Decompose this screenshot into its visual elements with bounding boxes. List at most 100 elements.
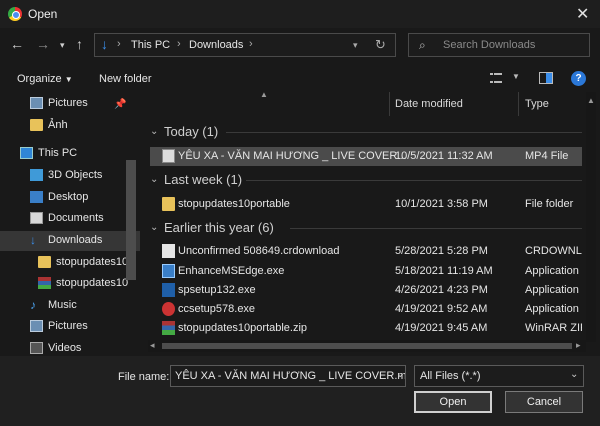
nav-item-label: Music bbox=[48, 299, 77, 311]
chevron-down-icon[interactable]: ⌄ bbox=[396, 369, 404, 380]
nav-item-label: Downloads bbox=[48, 234, 103, 246]
file-type: MP4 File bbox=[525, 150, 569, 162]
scroll-right-icon[interactable]: ▸ bbox=[576, 340, 581, 351]
file-type: Application bbox=[525, 284, 579, 296]
nav-item[interactable]: 3D Objects bbox=[0, 166, 140, 186]
file-date: 5/18/2021 11:19 AM bbox=[395, 265, 493, 277]
group-collapse-icon[interactable]: ⌄ bbox=[150, 222, 158, 233]
file-name: EnhanceMSEdge.exe bbox=[178, 265, 285, 277]
download-icon: ↓ bbox=[101, 36, 108, 52]
organize-button[interactable]: Organize ▼ bbox=[17, 73, 73, 85]
nav-item[interactable]: stopupdates10 bbox=[0, 274, 140, 294]
videos-icon bbox=[30, 342, 43, 354]
pictures-icon bbox=[30, 97, 43, 109]
new-folder-button[interactable]: New folder bbox=[99, 73, 152, 85]
file-name: spsetup132.exe bbox=[178, 284, 256, 296]
nav-item-label: Desktop bbox=[48, 191, 89, 203]
window-title: Open bbox=[28, 7, 58, 21]
file-name: stopupdates10portable.zip bbox=[178, 322, 308, 334]
breadcrumb-chevron-icon[interactable]: › bbox=[249, 38, 253, 50]
nav-item[interactable]: stopupdates10 bbox=[0, 253, 140, 273]
file-icon bbox=[162, 244, 175, 258]
search-box[interactable]: ⌕ Search Downloads bbox=[408, 33, 590, 57]
file-type: Application bbox=[525, 265, 579, 277]
column-header-type[interactable]: Type bbox=[525, 98, 549, 110]
file-row[interactable]: YÊU XA - VĂN MAI HƯƠNG _ LIVE COVER... 10… bbox=[150, 147, 582, 166]
nav-item[interactable]: Documents bbox=[0, 209, 140, 229]
address-dropdown-icon[interactable]: ▾ bbox=[353, 40, 358, 51]
desktop-icon bbox=[30, 191, 43, 203]
breadcrumb-chevron-icon[interactable]: › bbox=[177, 38, 181, 50]
view-options-icon[interactable] bbox=[490, 73, 502, 83]
horizontal-scrollbar[interactable]: ◂ ▸ bbox=[148, 340, 586, 352]
music-icon: ♪ bbox=[30, 298, 36, 312]
group-header[interactable]: Today (1) bbox=[164, 124, 218, 139]
file-date: 4/19/2021 9:45 AM bbox=[395, 322, 488, 334]
folder-icon bbox=[38, 256, 51, 268]
file-date: 4/26/2021 4:23 PM bbox=[395, 284, 488, 296]
help-icon[interactable]: ? bbox=[571, 71, 586, 86]
file-row[interactable]: ccsetup578.exe 4/19/2021 9:52 AM Applicati… bbox=[150, 300, 582, 319]
file-row[interactable]: stopupdates10portable.zip 4/19/2021 9:45 … bbox=[150, 319, 582, 338]
group-header[interactable]: Earlier this year (6) bbox=[164, 220, 274, 235]
organize-label: Organize bbox=[17, 73, 62, 85]
column-divider[interactable] bbox=[518, 92, 519, 116]
file-type: CRDOWNLOAD File bbox=[525, 245, 582, 257]
forward-icon[interactable]: → bbox=[36, 36, 50, 52]
column-divider[interactable] bbox=[389, 92, 390, 116]
filename-input[interactable]: YÊU XA - VĂN MAI HƯƠNG _ LIVE COVER.mp4 bbox=[170, 365, 406, 387]
breadcrumb-chevron-icon[interactable]: › bbox=[117, 38, 121, 50]
file-date: 10/1/2021 3:58 PM bbox=[395, 198, 488, 210]
nav-item[interactable]: ↓ Downloads bbox=[0, 231, 140, 251]
recent-locations-chevron-icon[interactable]: ▾ bbox=[60, 40, 65, 51]
download-icon: ↓ bbox=[30, 233, 36, 247]
scrollbar-thumb[interactable] bbox=[162, 343, 572, 349]
nav-item[interactable]: ♪ Music bbox=[0, 296, 140, 316]
chevron-down-icon[interactable]: ▼ bbox=[512, 72, 520, 81]
nav-item[interactable]: Pictures bbox=[0, 317, 140, 337]
open-button[interactable]: Open bbox=[414, 391, 492, 413]
column-header-date[interactable]: Date modified bbox=[395, 98, 463, 110]
file-date: 4/19/2021 9:52 AM bbox=[395, 303, 488, 315]
file-type-select[interactable]: All Files (*.*) ⌄ bbox=[414, 365, 584, 387]
refresh-icon[interactable]: ↻ bbox=[375, 37, 386, 53]
nav-item[interactable]: Ảnh bbox=[0, 116, 140, 136]
group-header[interactable]: Last week (1) bbox=[164, 172, 242, 187]
file-row[interactable]: Unconfirmed 508649.crdownload 5/28/2021 5… bbox=[150, 242, 582, 261]
nav-item[interactable]: This PC bbox=[0, 144, 140, 164]
pin-icon: 📌 bbox=[114, 99, 127, 110]
back-icon[interactable]: ← bbox=[10, 36, 24, 52]
file-row[interactable]: EnhanceMSEdge.exe 5/18/2021 11:19 AM Appli… bbox=[150, 262, 582, 281]
nav-item-label: Videos bbox=[48, 342, 82, 354]
up-icon[interactable]: ↑ bbox=[76, 36, 83, 52]
winrar-icon bbox=[162, 321, 175, 335]
file-name: ccsetup578.exe bbox=[178, 303, 256, 315]
chrome-icon bbox=[8, 7, 22, 21]
title-bar bbox=[0, 0, 600, 28]
preview-pane-icon[interactable] bbox=[539, 72, 553, 84]
nav-item[interactable]: Desktop bbox=[0, 188, 140, 208]
filename-label: File name: bbox=[118, 371, 170, 383]
nav-item-label: Ảnh bbox=[48, 119, 68, 131]
scroll-left-icon[interactable]: ◂ bbox=[150, 340, 155, 351]
scroll-up-icon[interactable]: ▲ bbox=[587, 96, 595, 105]
breadcrumb-this-pc[interactable]: This PC bbox=[131, 39, 170, 51]
cancel-button[interactable]: Cancel bbox=[505, 391, 583, 413]
file-type-value: All Files (*.*) bbox=[420, 370, 481, 382]
vertical-scrollbar[interactable]: ▲ bbox=[586, 92, 596, 342]
setup-icon bbox=[162, 283, 175, 297]
group-collapse-icon[interactable]: ⌄ bbox=[150, 174, 158, 185]
file-type: File folder bbox=[525, 198, 574, 210]
address-bar[interactable]: ↓ › This PC › Downloads › ▾ ↻ bbox=[94, 33, 396, 57]
file-row[interactable]: spsetup132.exe 4/26/2021 4:23 PM Applicati… bbox=[150, 281, 582, 300]
group-collapse-icon[interactable]: ⌄ bbox=[150, 126, 158, 137]
nav-scrollbar[interactable] bbox=[126, 160, 136, 280]
nav-item-label: stopupdates10 bbox=[56, 277, 129, 289]
breadcrumb-downloads[interactable]: Downloads bbox=[189, 39, 243, 51]
file-name: YÊU XA - VĂN MAI HƯƠNG _ LIVE COVER... bbox=[178, 150, 407, 162]
close-icon[interactable]: ✕ bbox=[576, 4, 589, 24]
group-divider bbox=[226, 132, 582, 133]
folder-icon bbox=[30, 119, 43, 131]
file-row[interactable]: stopupdates10portable 10/1/2021 3:58 PM Fi… bbox=[150, 195, 582, 214]
file-name: stopupdates10portable bbox=[178, 198, 290, 210]
